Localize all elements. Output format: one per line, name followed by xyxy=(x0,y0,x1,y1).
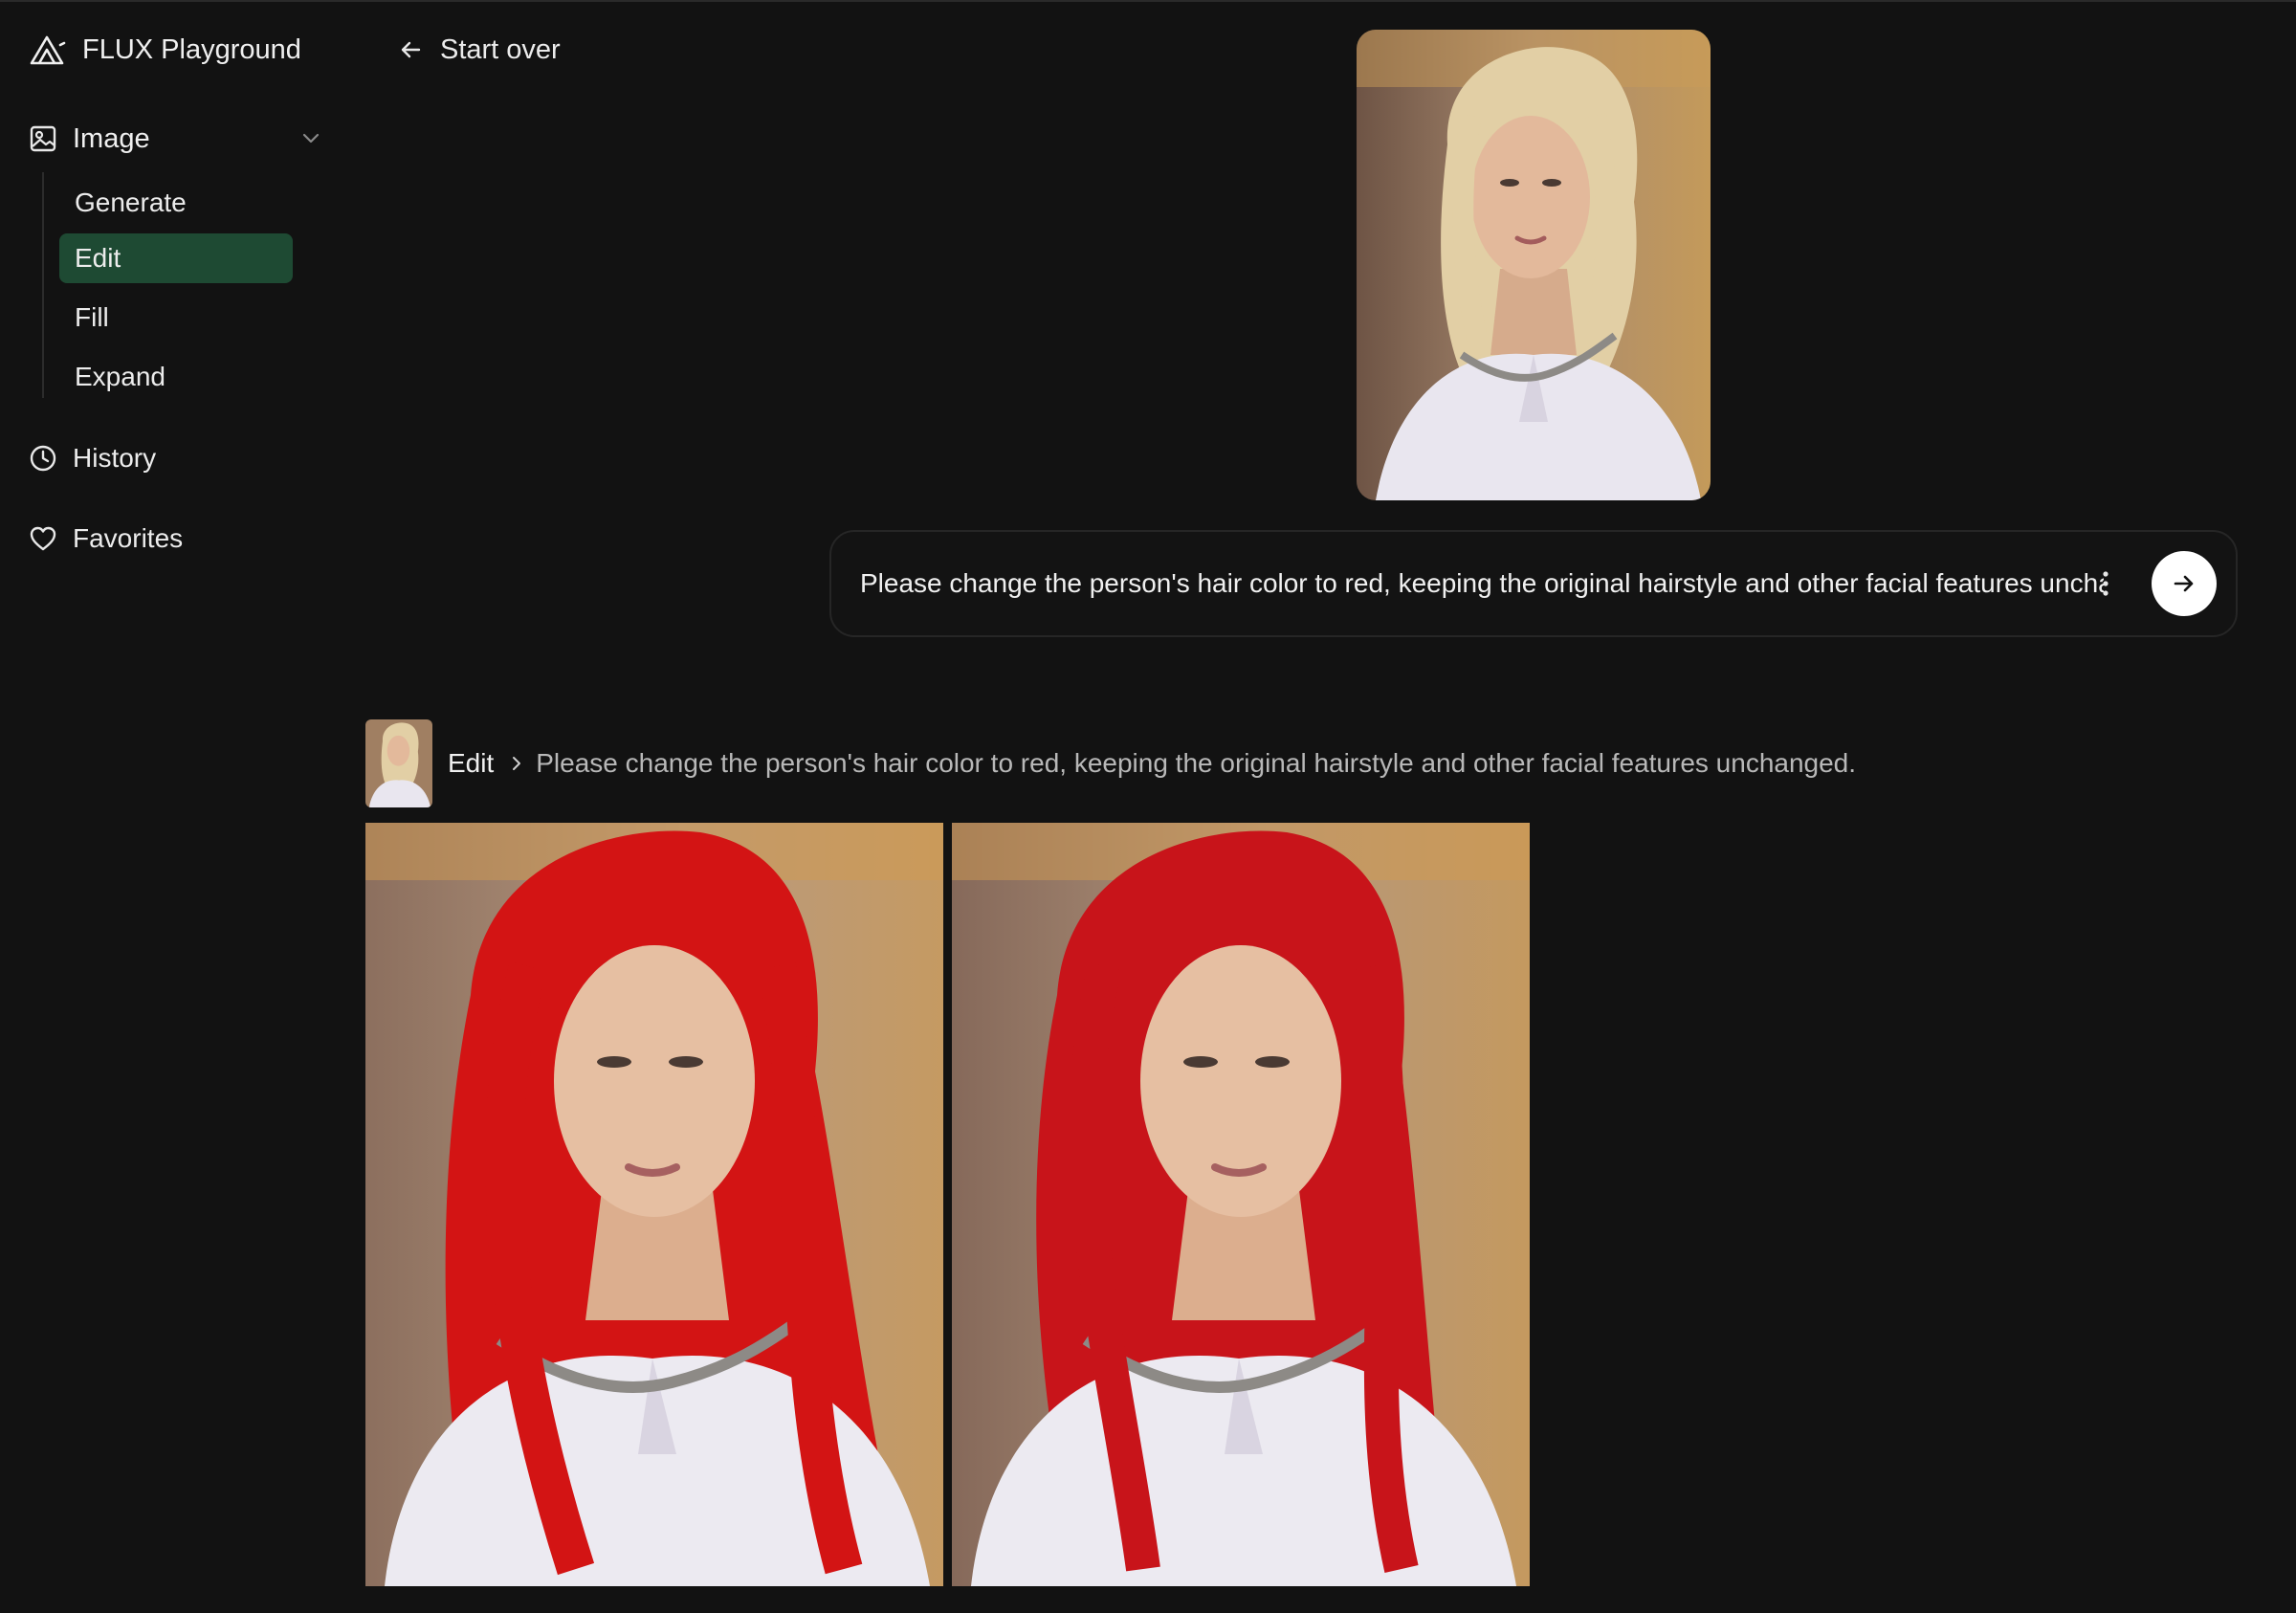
sidebar-item-history[interactable]: History xyxy=(29,436,316,480)
subnav-item-expand[interactable]: Expand xyxy=(59,352,293,402)
subnav-item-edit[interactable]: Edit xyxy=(59,233,293,283)
app-name: FLUX Playground xyxy=(82,33,301,65)
result-image-1[interactable] xyxy=(365,823,943,1586)
heart-icon xyxy=(30,526,56,551)
sidebar-section-image[interactable]: Image xyxy=(29,117,325,161)
image-icon xyxy=(30,125,56,152)
sidebar-item-label: Favorites xyxy=(73,523,184,553)
subnav-item-generate[interactable]: Generate xyxy=(59,178,293,228)
clock-icon xyxy=(30,445,56,472)
start-over-button[interactable]: Start over xyxy=(396,29,561,71)
chevron-down-icon[interactable] xyxy=(297,124,325,153)
result-portrait-image xyxy=(365,823,943,1586)
thumbnail-portrait-image xyxy=(365,719,432,807)
result-image-2[interactable] xyxy=(952,823,1530,1586)
sidebar-section-label: Image xyxy=(73,122,150,154)
more-vertical-icon[interactable] xyxy=(2088,566,2123,601)
result-source-thumbnail[interactable] xyxy=(365,719,432,807)
image-subnav: Generate Edit Fill Expand xyxy=(42,172,297,398)
subnav-item-fill[interactable]: Fill xyxy=(59,293,293,342)
result-prompt-text: Please change the person's hair color to… xyxy=(536,748,1857,778)
result-portrait-image xyxy=(952,823,1530,1586)
prompt-input[interactable]: Please change the person's hair color to… xyxy=(860,532,2104,635)
start-over-label: Start over xyxy=(440,33,561,65)
flux-logo-icon xyxy=(30,35,66,65)
arrow-right-icon xyxy=(2174,575,2194,592)
chevron-right-icon xyxy=(513,757,521,770)
prompt-bar: Please change the person's hair color to… xyxy=(829,530,2238,637)
source-image[interactable] xyxy=(1357,30,1711,500)
source-portrait-image xyxy=(1357,30,1711,500)
send-button[interactable] xyxy=(2152,551,2217,616)
result-mode-label: Edit xyxy=(448,748,495,778)
result-header: Edit Please change the person's hair col… xyxy=(365,719,1856,807)
sidebar-item-favorites[interactable]: Favorites xyxy=(29,517,316,561)
arrow-left-icon xyxy=(401,41,421,58)
window-top-border xyxy=(0,0,2296,2)
sidebar-item-label: History xyxy=(73,443,157,473)
app-brand[interactable]: FLUX Playground xyxy=(29,29,301,71)
